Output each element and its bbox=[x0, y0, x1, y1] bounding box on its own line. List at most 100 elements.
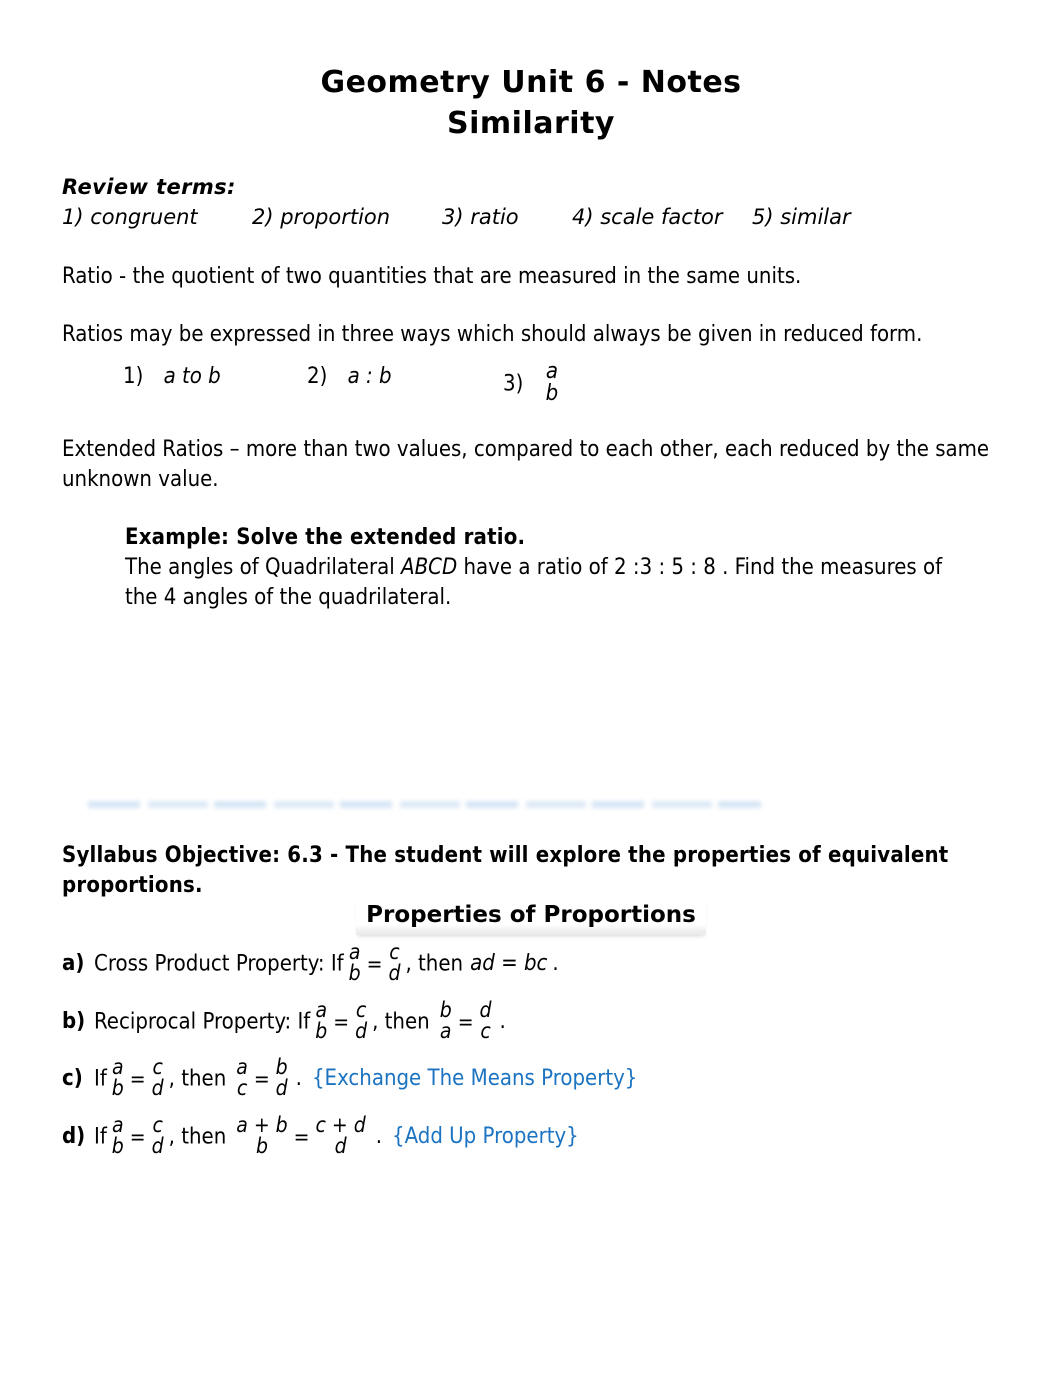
property-item-d: d) If a b = c d, then a + b b = c + d d. {Add Up Pro… bbox=[62, 1113, 579, 1159]
property-a-frac2-num: c bbox=[389, 940, 400, 964]
property-b-frac4-num: d bbox=[479, 998, 492, 1022]
faded-separator-rule bbox=[88, 801, 761, 808]
title-line-2: Similarity bbox=[447, 106, 615, 141]
property-c-frac3-den: c bbox=[236, 1076, 248, 1101]
property-c-conclusion-lead: , then bbox=[168, 1066, 227, 1092]
property-c-fraction-4: bd bbox=[274, 1055, 290, 1101]
property-d-fraction-4: c + dd bbox=[314, 1113, 368, 1159]
property-c-frac1-num: a bbox=[112, 1055, 124, 1079]
property-c-frac1-den: b bbox=[111, 1076, 124, 1101]
property-b-fraction-4: dc bbox=[478, 998, 494, 1043]
review-terms-list: 1) congruent 2) proportion 3) ratio 4) scal… bbox=[62, 205, 851, 229]
property-d-frac2-num: c bbox=[152, 1113, 163, 1137]
property-d-fraction-2: cd bbox=[150, 1113, 166, 1158]
property-c-frac4-num: b bbox=[275, 1055, 288, 1079]
example-heading: Example: Solve the extended ratio. bbox=[125, 525, 526, 550]
property-d-conclusion-lead: , then bbox=[168, 1124, 227, 1150]
properties-of-proportions-title: Properties of Proportions bbox=[356, 898, 706, 935]
property-b-frac1-den: b bbox=[315, 1019, 328, 1044]
property-c-fraction-3: ac bbox=[234, 1055, 250, 1101]
ratio-way-1-text: a to b bbox=[163, 364, 221, 389]
property-a-fraction-1: ab bbox=[347, 940, 363, 986]
ratio-way-3-numerator: a bbox=[545, 359, 558, 384]
example-line-1: The angles of Quadrilateral ABCD have a … bbox=[125, 553, 1005, 583]
extended-ratios-paragraph: Extended Ratios – more than two values, … bbox=[62, 435, 992, 495]
ratio-way-3-marker: 3) bbox=[503, 371, 524, 397]
property-a-equals-1: = bbox=[366, 952, 383, 977]
syllabus-objective: Syllabus Objective: 6.3 - The student wi… bbox=[62, 841, 992, 901]
property-d-frac3-den: b bbox=[255, 1134, 268, 1159]
property-b-frac3-den: a bbox=[439, 1019, 452, 1044]
property-c-fraction-1: ab bbox=[110, 1055, 126, 1101]
property-d-frac3-num: a + b bbox=[236, 1113, 288, 1137]
property-b-conclusion-lead: , then bbox=[372, 1009, 430, 1035]
property-item-c: c) If a b = c d, then a c = b d. {Exchange The Means… bbox=[62, 1055, 637, 1101]
property-c-marker: c) bbox=[62, 1066, 83, 1092]
property-b-period: . bbox=[499, 1009, 506, 1035]
property-d-label: If bbox=[94, 1124, 107, 1150]
property-b-marker: b) bbox=[62, 1009, 86, 1035]
property-b-fraction-3: ba bbox=[438, 998, 454, 1044]
notes-page: Geometry Unit 6 - Notes Similarity Revie… bbox=[0, 0, 1062, 1377]
property-b-frac2-den: d bbox=[355, 1019, 368, 1044]
property-a-frac1-num: a bbox=[348, 940, 361, 964]
property-d-frac1-num: a bbox=[112, 1113, 124, 1137]
ratio-way-3-denominator: b bbox=[545, 381, 559, 407]
property-a-period: . bbox=[552, 951, 559, 977]
property-b-equals-1: = bbox=[333, 1010, 350, 1035]
property-a-label: Cross Product Property: If bbox=[94, 951, 344, 977]
title-line-1: Geometry Unit 6 - Notes bbox=[320, 65, 742, 100]
property-b-label: Reciprocal Property: If bbox=[94, 1009, 311, 1035]
example-line-1-part-2: have a ratio of 2 :3 : 5 : 8 . Find the … bbox=[457, 555, 943, 580]
property-d-marker: d) bbox=[62, 1124, 86, 1150]
property-a-conclusion-expression: ad = bc bbox=[470, 951, 548, 977]
property-d-equals-2: = bbox=[293, 1125, 310, 1150]
property-d-frac1-den: b bbox=[111, 1134, 124, 1159]
example-block: Example: Solve the extended ratio. The a… bbox=[125, 523, 1005, 613]
property-item-b: b) Reciprocal Property: If a b = c d, then b a = d… bbox=[62, 998, 506, 1044]
ratio-definition: Ratio - the quotient of two quantities t… bbox=[62, 264, 802, 289]
review-term-5: 5) similar bbox=[752, 205, 851, 229]
property-c-label: If bbox=[94, 1066, 107, 1092]
properties-of-proportions-banner: Properties of Proportions bbox=[0, 898, 1062, 935]
ratio-way-2-marker: 2) bbox=[307, 364, 328, 389]
review-term-1: 1) congruent bbox=[62, 205, 198, 229]
extended-ratios-line-2: unknown value. bbox=[62, 467, 219, 492]
property-d-equals-1: = bbox=[129, 1125, 146, 1150]
property-a-frac1-den: b bbox=[348, 961, 361, 986]
property-d-fraction-1: ab bbox=[110, 1113, 126, 1159]
property-d-frac4-den: d bbox=[334, 1134, 347, 1159]
example-quadrilateral-label: ABCD bbox=[401, 555, 458, 580]
property-c-equals-1: = bbox=[129, 1067, 146, 1092]
property-c-frac4-den: d bbox=[275, 1076, 288, 1101]
property-d-frac4-num: c + d bbox=[315, 1113, 366, 1137]
property-b-fraction-1: ab bbox=[313, 998, 329, 1044]
property-b-frac2-num: c bbox=[355, 998, 367, 1022]
example-line-1-part-1: The angles of Quadrilateral bbox=[125, 555, 402, 580]
review-terms-heading: Review terms: bbox=[62, 175, 236, 199]
review-term-2: 2) proportion bbox=[252, 205, 391, 229]
ratio-way-3-fraction: a b bbox=[544, 359, 561, 407]
example-line-2: the 4 angles of the quadrilateral. bbox=[125, 585, 452, 610]
property-a-marker: a) bbox=[62, 951, 85, 977]
ratio-way-1-marker: 1) bbox=[123, 364, 144, 389]
property-c-frac2-num: c bbox=[152, 1055, 163, 1079]
property-c-frac3-num: a bbox=[236, 1055, 248, 1079]
extended-ratios-line-1: Extended Ratios – more than two values, … bbox=[62, 437, 990, 462]
property-b-frac3-num: b bbox=[439, 998, 452, 1022]
ratio-way-2: 2) a : b bbox=[307, 362, 392, 392]
property-item-a: a) Cross Product Property: If a b = c d, then a… bbox=[62, 940, 559, 986]
property-d-note: {Add Up Property} bbox=[392, 1124, 579, 1150]
property-c-period: . bbox=[295, 1066, 302, 1092]
syllabus-objective-line-2: proportions. bbox=[62, 873, 203, 898]
syllabus-objective-line-1: Syllabus Objective: 6.3 - The student wi… bbox=[62, 843, 949, 868]
ratio-way-3: 3) a b bbox=[503, 359, 563, 407]
property-d-period: . bbox=[375, 1124, 383, 1150]
property-b-frac1-num: a bbox=[315, 998, 328, 1022]
property-c-frac2-den: d bbox=[151, 1076, 164, 1101]
review-term-4: 4) scale factor bbox=[572, 205, 723, 229]
property-b-equals-2: = bbox=[457, 1010, 474, 1035]
ratio-way-1: 1) a to b bbox=[123, 362, 221, 392]
property-a-frac2-den: d bbox=[388, 961, 401, 986]
property-b-fraction-2: cd bbox=[353, 998, 369, 1044]
